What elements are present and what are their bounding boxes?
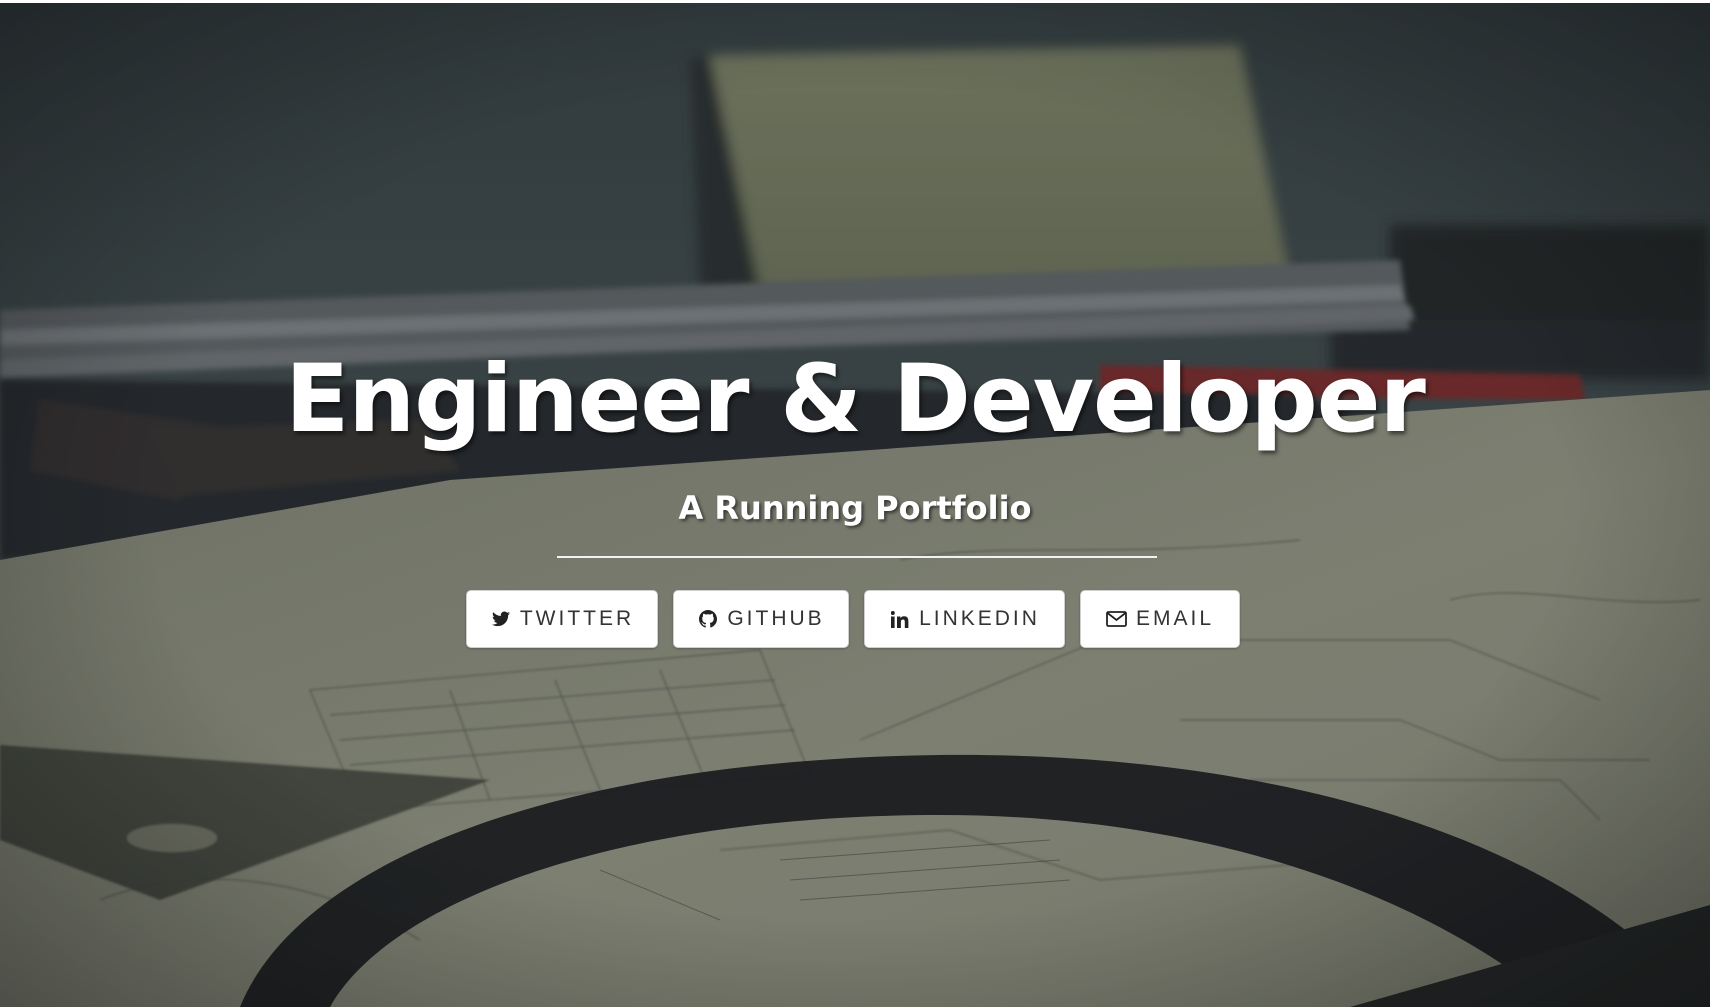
hero-divider xyxy=(557,556,1157,558)
email-button[interactable]: EMAIL xyxy=(1080,590,1240,648)
linkedin-button-label: LINKEDIN xyxy=(919,607,1040,630)
top-border xyxy=(0,0,1710,3)
twitter-button[interactable]: TWITTER xyxy=(466,590,658,648)
github-button[interactable]: GITHUB xyxy=(673,590,849,648)
hero-content: Engineer & Developer A Running Portfolio… xyxy=(0,0,1710,1007)
envelope-icon xyxy=(1106,608,1128,630)
hero-section: Engineer & Developer A Running Portfolio… xyxy=(0,0,1710,1007)
twitter-button-label: TWITTER xyxy=(519,607,635,630)
email-button-label: EMAIL xyxy=(1135,607,1215,630)
github-button-label: GITHUB xyxy=(727,607,825,630)
hero-title: Engineer & Developer xyxy=(285,345,1426,454)
hero-subtitle: A Running Portfolio xyxy=(678,489,1032,527)
linkedin-icon xyxy=(889,608,911,630)
linkedin-button[interactable]: LINKEDIN xyxy=(864,590,1065,648)
github-icon xyxy=(697,608,719,630)
twitter-icon xyxy=(490,608,512,630)
